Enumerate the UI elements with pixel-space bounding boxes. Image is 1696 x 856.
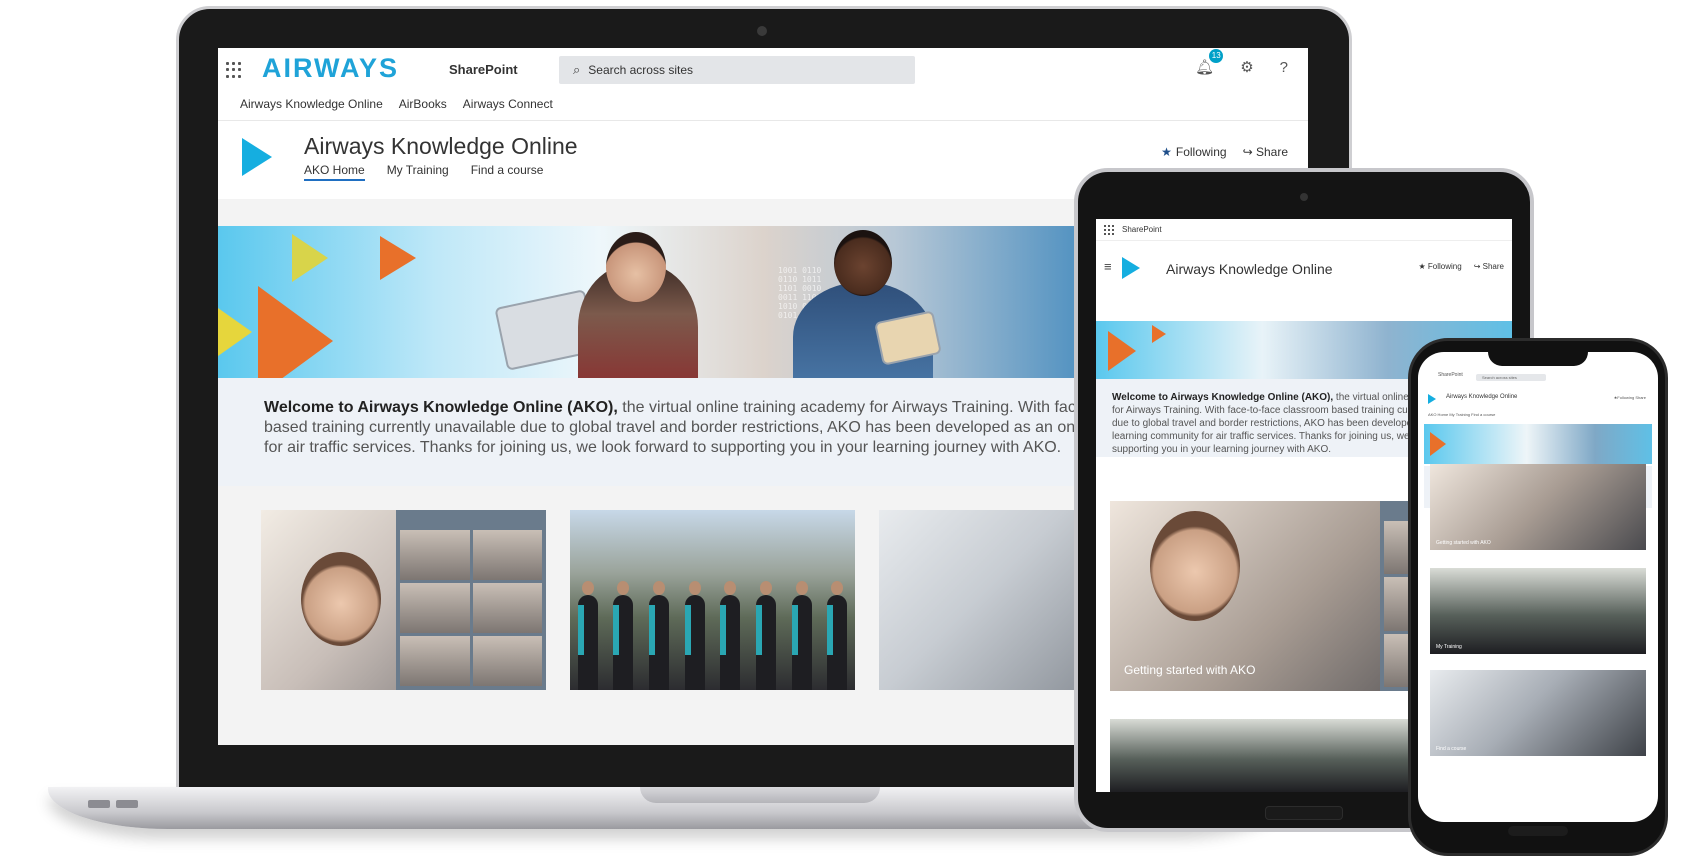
airways-logo[interactable]: AIRWAYS: [262, 53, 399, 84]
phone-follow-button[interactable]: Following: [1617, 395, 1634, 400]
follow-label: Following: [1175, 145, 1227, 159]
phone-site-title[interactable]: Airways Knowledge Online: [1446, 394, 1517, 400]
tablet-star-icon: ★: [1418, 262, 1428, 271]
search-icon: ⌕: [573, 62, 581, 77]
tablet-share-icon: ↪: [1473, 262, 1483, 271]
device-mockup: AIRWAYS SharePoint ⌕ Search across sites…: [0, 0, 1696, 856]
site-actions: ★ Following ↪ Share: [1161, 145, 1288, 159]
card-my-training[interactable]: [570, 510, 855, 690]
tablet-card-caption: Getting started with AKO: [1124, 663, 1256, 677]
phone-triangle-decor: [1430, 432, 1446, 456]
phone-home-indicator: [1508, 826, 1568, 836]
app-launcher-icon[interactable]: [226, 62, 242, 78]
tablet-site-header: ≡ Airways Knowledge Online ★ Following ↪…: [1096, 241, 1512, 295]
tablet-suite-bar: SharePoint: [1096, 219, 1512, 241]
hub-link-ako[interactable]: Airways Knowledge Online: [240, 97, 383, 111]
headset-woman-image: [301, 552, 381, 646]
tab-find-a-course[interactable]: Find a course: [471, 163, 544, 181]
share-button[interactable]: ↪ Share: [1243, 145, 1288, 159]
search-placeholder: Search across sites: [588, 63, 693, 77]
man-face-image: [834, 230, 892, 296]
phone-notch: [1488, 344, 1588, 366]
small-orange-triangle-decor: [380, 236, 416, 280]
tablet-site-logo-play-icon[interactable]: [1122, 257, 1140, 279]
phone-site-tabs[interactable]: AKO Home My Training Find a course: [1428, 412, 1495, 417]
hub-navigation: Airways Knowledge Online AirBooks Airway…: [240, 92, 553, 116]
sharepoint-label[interactable]: SharePoint: [449, 62, 518, 77]
share-icon: ↪: [1242, 145, 1256, 159]
tablet-follow-label: Following: [1427, 262, 1462, 271]
site-logo-play-icon[interactable]: [242, 138, 272, 176]
phone-card-getting-started[interactable]: Getting started with AKO: [1430, 464, 1646, 550]
phone-screen: SharePoint Search across sites Airways K…: [1418, 352, 1658, 822]
tablet-triangle-decor-2: [1152, 325, 1166, 343]
graduates-image: [570, 580, 855, 690]
tab-my-training[interactable]: My Training: [387, 163, 449, 181]
laptop-camera: [757, 26, 767, 36]
star-icon: ★: [1161, 145, 1172, 159]
tablet-share-button[interactable]: ↪ Share: [1474, 262, 1504, 271]
tablet-headset-woman-image: [1150, 511, 1240, 621]
tablet-share-label: Share: [1482, 262, 1504, 271]
video-call-grid-image: [396, 510, 546, 690]
tablet-site-actions: ★ Following ↪ Share: [1419, 262, 1505, 271]
phone-share-button[interactable]: Share: [1635, 395, 1646, 400]
suite-actions: 🔔︎ 13 ⚙ ?: [1195, 49, 1288, 76]
hub-link-airbooks[interactable]: AirBooks: [399, 97, 447, 111]
phone-card-my-training[interactable]: My Training: [1430, 568, 1646, 654]
suite-bar: AIRWAYS SharePoint ⌕ Search across sites…: [218, 48, 1308, 92]
laptop-port-2: [116, 800, 138, 808]
tablet-follow-button[interactable]: ★ Following: [1419, 262, 1462, 271]
tablet-site-title[interactable]: Airways Knowledge Online: [1166, 261, 1333, 277]
tablet-home-button[interactable]: [1265, 806, 1343, 820]
tablet-app-launcher-icon[interactable]: [1104, 225, 1114, 235]
laptop-port-1: [88, 800, 110, 808]
yellow-triangle-decor: [292, 234, 328, 282]
hub-link-airways-connect[interactable]: Airways Connect: [463, 97, 553, 111]
site-tabs: AKO Home My Training Find a course: [304, 163, 543, 181]
phone-card-find-a-course[interactable]: Find a course: [1430, 670, 1646, 756]
share-label: Share: [1255, 145, 1288, 159]
hamburger-menu-icon[interactable]: ≡: [1104, 259, 1112, 274]
phone-site-logo-play-icon[interactable]: [1428, 394, 1436, 404]
orange-triangle-decor: [258, 286, 333, 378]
tablet-triangle-decor: [1108, 331, 1136, 371]
phone-search-box[interactable]: Search across sites: [1476, 374, 1546, 381]
phone-card-caption-2: My Training: [1436, 644, 1462, 650]
help-icon[interactable]: ?: [1280, 59, 1288, 76]
phone-hero-banner-image: [1424, 424, 1652, 464]
laptop-hinge-notch: [640, 787, 880, 803]
yellow-triangle-decor-2: [218, 308, 252, 356]
welcome-heading: Welcome to Airways Knowledge Online (AKO…: [264, 399, 618, 416]
tablet-welcome-heading: Welcome to Airways Knowledge Online (AKO…: [1112, 392, 1334, 403]
site-title[interactable]: Airways Knowledge Online: [304, 133, 578, 160]
phone-site-actions: ★Following Share: [1614, 395, 1646, 400]
tablet-sharepoint-label[interactable]: SharePoint: [1122, 225, 1162, 234]
follow-button[interactable]: ★ Following: [1161, 145, 1226, 159]
settings-gear-icon[interactable]: ⚙: [1240, 58, 1253, 76]
course-cards: [261, 510, 1164, 690]
tablet-camera: [1300, 193, 1308, 201]
card-getting-started[interactable]: [261, 510, 546, 690]
notification-badge: 13: [1209, 49, 1224, 63]
tab-ako-home[interactable]: AKO Home: [304, 163, 365, 181]
search-box[interactable]: ⌕ Search across sites: [559, 56, 915, 84]
phone-card-caption-1: Getting started with AKO: [1436, 540, 1491, 546]
phone-card-caption-3: Find a course: [1436, 746, 1467, 752]
notifications-icon[interactable]: 🔔︎ 13: [1195, 49, 1224, 76]
woman-face-image: [606, 232, 666, 302]
